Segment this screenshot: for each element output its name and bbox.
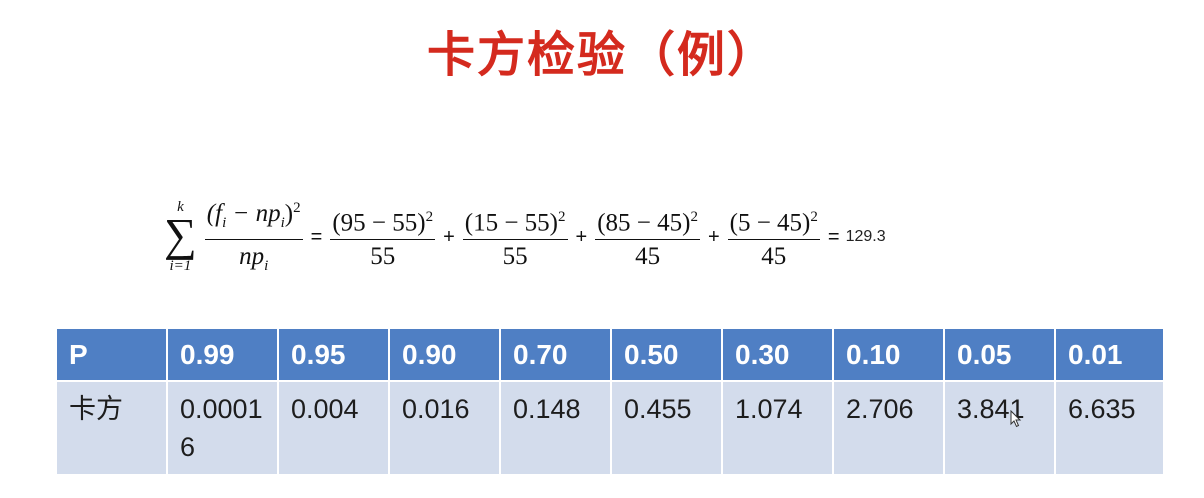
term-1-exponent: 2 bbox=[425, 208, 434, 225]
table-cell: 0.016 bbox=[389, 381, 501, 474]
table-cell: 0.00016 bbox=[167, 381, 279, 474]
equals-sign: = bbox=[827, 225, 840, 248]
term-3-numerator: (85 − 45) bbox=[597, 209, 691, 237]
term-4-denominator: 45 bbox=[761, 243, 787, 271]
table-cell: 0.148 bbox=[500, 381, 612, 474]
table-header-row: P 0.99 0.95 0.90 0.70 0.50 0.30 0.10 0.0… bbox=[57, 329, 1163, 382]
term-1-denominator: 55 bbox=[370, 243, 396, 271]
table-cell: 6.635 bbox=[1055, 381, 1163, 474]
sum-lower-limit: i=1 bbox=[169, 258, 192, 274]
header-cell: 0.10 bbox=[833, 329, 945, 382]
term-2-numerator: (15 − 55) bbox=[464, 209, 558, 237]
term-3-exponent: 2 bbox=[690, 208, 698, 225]
plus-sign: + bbox=[443, 225, 455, 248]
header-cell: 0.05 bbox=[944, 329, 1056, 382]
term-2-exponent: 2 bbox=[558, 208, 566, 225]
header-cell: 0.50 bbox=[611, 329, 723, 382]
term-3-denominator: 45 bbox=[635, 243, 661, 271]
general-term-numerator: (fi − npi)2 bbox=[204, 193, 303, 241]
chi-square-critical-table: P 0.99 0.95 0.90 0.70 0.50 0.30 0.10 0.0… bbox=[57, 329, 1163, 474]
plus-sign: + bbox=[575, 225, 588, 248]
term-fraction-1: (95 − 55)2 55 bbox=[330, 202, 436, 272]
row-label-chi-square: 卡方 bbox=[57, 381, 168, 474]
plus-sign: + bbox=[707, 225, 720, 248]
term-fraction-3: (85 − 45)2 45 bbox=[595, 202, 700, 272]
term-2-denominator: 55 bbox=[502, 243, 528, 271]
equals-sign: = bbox=[310, 225, 323, 248]
formula-result: 129.3 bbox=[845, 228, 886, 245]
header-cell: 0.99 bbox=[167, 329, 279, 382]
term-1-numerator: (95 − 55) bbox=[332, 209, 426, 237]
header-cell: 0.30 bbox=[722, 329, 834, 382]
term-fraction-4: (5 − 45)2 45 bbox=[727, 202, 820, 272]
table-cell: 0.004 bbox=[278, 381, 390, 474]
term-4-exponent: 2 bbox=[810, 208, 818, 225]
sigma-symbol: ∑ bbox=[164, 209, 197, 260]
table-cell: 1.074 bbox=[722, 381, 834, 474]
chi-square-formula: k ∑ i=1 (fi − npi)2 npi = (95 − 55)2 55 … bbox=[164, 192, 886, 282]
general-term-denominator: npi bbox=[239, 243, 269, 275]
critical-values-table: P 0.99 0.95 0.90 0.70 0.50 0.30 0.10 0.0… bbox=[57, 329, 1163, 474]
table-cell: 2.706 bbox=[833, 381, 945, 474]
general-term-fraction: (fi − npi)2 npi bbox=[204, 193, 303, 281]
table-row: 卡方 0.00016 0.004 0.016 0.148 0.455 1.074… bbox=[57, 381, 1163, 474]
term-fraction-2: (15 − 55)2 55 bbox=[462, 202, 568, 272]
header-cell: 0.95 bbox=[278, 329, 390, 382]
header-cell: 0.70 bbox=[500, 329, 612, 382]
header-cell-p: P bbox=[57, 329, 168, 382]
table-cell: 3.841 bbox=[944, 381, 1056, 474]
term-4-numerator: (5 − 45) bbox=[729, 209, 811, 237]
header-cell: 0.01 bbox=[1055, 329, 1163, 382]
slide-title: 卡方检验（例） bbox=[426, 27, 777, 83]
header-cell: 0.90 bbox=[389, 329, 501, 382]
summation: k ∑ i=1 bbox=[164, 200, 197, 274]
table-cell: 0.455 bbox=[611, 381, 723, 474]
